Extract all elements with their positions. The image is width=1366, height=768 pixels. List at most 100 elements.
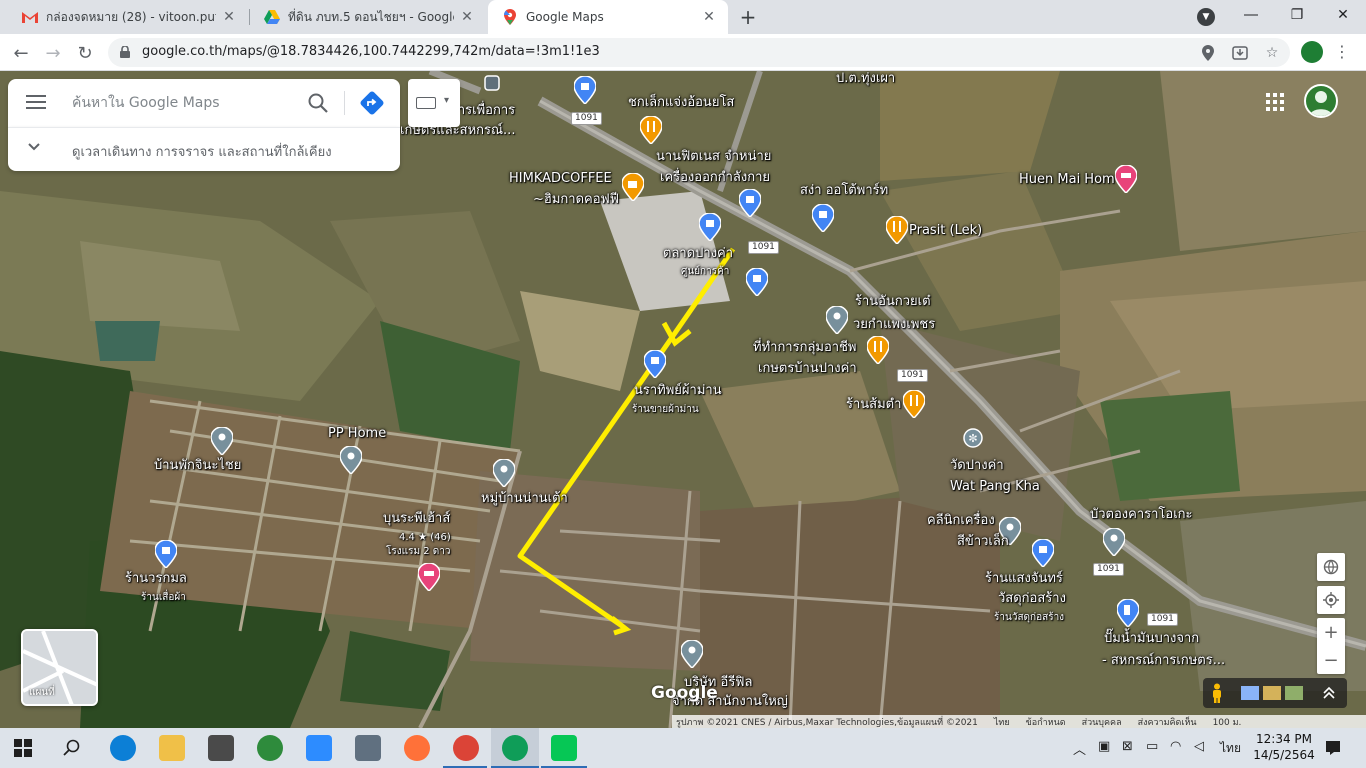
- restaurant-pin-icon[interactable]: [903, 390, 925, 418]
- app-icon[interactable]: [257, 735, 283, 761]
- map-label[interactable]: วัสดุก่อสร้าง: [998, 591, 1066, 607]
- my-location-icon[interactable]: [1317, 586, 1345, 614]
- map-label[interactable]: Huen Mai Hom: [1019, 172, 1115, 188]
- chrome-icon[interactable]: [502, 735, 528, 761]
- map-label[interactable]: PP Home: [328, 426, 386, 442]
- map-label[interactable]: ตลาดปางค่า: [663, 246, 733, 262]
- more-menu-icon[interactable]: ⋮: [1334, 41, 1350, 63]
- map-label[interactable]: ร้านอันกวยเต๋: [855, 294, 931, 310]
- map-label[interactable]: โรงแรม 2 ดาว: [386, 546, 450, 558]
- search-icon[interactable]: [306, 91, 330, 115]
- map-label[interactable]: ร้านเสื่อผ้า: [141, 592, 186, 604]
- map-label[interactable]: นราทิพย์ผ้าม่าน: [634, 383, 722, 399]
- map-label[interactable]: วัดปางค่า: [950, 458, 1004, 474]
- map-label[interactable]: วยกำแพงเพชร: [853, 317, 935, 333]
- map-label[interactable]: คลีนิกเครื่อง: [927, 513, 995, 529]
- map-label[interactable]: ร้านขายผ้าม่าน: [632, 404, 699, 416]
- map-label[interactable]: ป.ต.ทุ่งเผา: [836, 71, 895, 87]
- tab-gmail[interactable]: กล่องจดหมาย (28) - vitoon.putthak ✕: [8, 0, 248, 34]
- restaurant-pin-icon[interactable]: [640, 116, 662, 144]
- place-pin-icon[interactable]: [826, 306, 848, 334]
- reload-icon[interactable]: ↻: [72, 40, 98, 66]
- security-icon[interactable]: ⊠: [1122, 739, 1133, 754]
- chevron-down-icon[interactable]: [28, 140, 44, 156]
- map-label[interactable]: นานฟิตเนส จำหน่าย: [656, 149, 771, 165]
- app-icon[interactable]: [208, 735, 234, 761]
- clock[interactable]: 12:34 PM 14/5/2564: [1252, 731, 1316, 763]
- scale-label[interactable]: 100 ม.: [1213, 715, 1242, 729]
- firefox-icon[interactable]: [404, 735, 430, 761]
- close-icon[interactable]: ✕: [458, 8, 476, 26]
- language-link[interactable]: ไทย: [994, 715, 1010, 729]
- map-label[interactable]: ~ฮิมกาดคอฟฟี: [533, 192, 619, 208]
- map-label[interactable]: สีข้าวเล็ก: [957, 534, 1009, 550]
- search-icon[interactable]: [63, 739, 81, 757]
- chevron-up-icon[interactable]: [1323, 686, 1335, 700]
- close-icon[interactable]: ✕: [220, 8, 238, 26]
- map-label[interactable]: ปั๊มน้ำมันบางจาก: [1104, 631, 1199, 647]
- shopping-pin-icon[interactable]: [574, 76, 596, 104]
- forward-icon[interactable]: →: [40, 40, 66, 66]
- imagery-thumb[interactable]: [1263, 686, 1281, 700]
- chrome-icon[interactable]: [453, 735, 479, 761]
- new-tab-button[interactable]: +: [737, 5, 759, 29]
- map-label[interactable]: HIMKADCOFFEE: [509, 171, 612, 187]
- calculator-icon[interactable]: [355, 735, 381, 761]
- temple-icon[interactable]: ✼: [962, 424, 984, 452]
- account-avatar[interactable]: [1304, 84, 1338, 118]
- place-pin-icon[interactable]: [493, 459, 515, 487]
- map-label[interactable]: บัวตองคาราโอเกะ: [1090, 507, 1193, 523]
- shopping-pin-icon[interactable]: [644, 350, 666, 378]
- map-label[interactable]: ที่ทำการกลุ่มอาชีพ: [753, 340, 857, 356]
- windows-start-icon[interactable]: [14, 739, 32, 757]
- shopping-pin-icon[interactable]: [1032, 539, 1054, 567]
- privacy-link[interactable]: ส่วนบุคคล: [1082, 715, 1122, 729]
- map-label[interactable]: หมู่บ้านน่านเต้า: [481, 491, 568, 507]
- network-device-icon[interactable]: ▣: [1098, 739, 1110, 754]
- place-pin-icon[interactable]: [681, 640, 703, 668]
- map-layer-toggle[interactable]: แผนที่: [21, 629, 98, 706]
- shopping-pin-icon[interactable]: [746, 268, 768, 296]
- map-label[interactable]: ชกเล็กแจ่งอ้อนยโส: [628, 95, 734, 111]
- menu-icon[interactable]: [26, 95, 46, 111]
- restaurant-pin-icon[interactable]: [867, 336, 889, 364]
- minimize-icon[interactable]: ―: [1228, 0, 1274, 30]
- tab-search-icon[interactable]: ▼: [1197, 8, 1215, 26]
- place-pin-icon[interactable]: [211, 427, 233, 455]
- map-label[interactable]: Prasit (Lek): [909, 223, 982, 239]
- file-explorer-icon[interactable]: [159, 735, 185, 761]
- taxi-icon[interactable]: [483, 71, 505, 99]
- terms-link[interactable]: ข้อกำหนด: [1026, 715, 1066, 729]
- place-pin-icon[interactable]: [340, 446, 362, 474]
- pegman-icon[interactable]: [1211, 683, 1223, 703]
- shopping-pin-icon[interactable]: [699, 213, 721, 241]
- zoom-out-icon[interactable]: −: [1317, 646, 1345, 674]
- directions-icon[interactable]: [359, 90, 385, 116]
- chevron-up-icon[interactable]: ︿: [1073, 739, 1086, 758]
- bookmark-star-icon[interactable]: ☆: [1262, 43, 1282, 63]
- hotel-pin-icon[interactable]: [418, 563, 440, 591]
- globe-icon[interactable]: [1317, 553, 1345, 581]
- close-icon[interactable]: ✕: [700, 8, 718, 26]
- location-icon[interactable]: [1198, 43, 1218, 63]
- cafe-pin-icon[interactable]: [622, 173, 644, 201]
- install-icon[interactable]: [1230, 43, 1250, 63]
- tab-drive[interactable]: ที่ดิน ภบท.5 ดอนไชยฯ - Google ไดรฟ์ ✕: [250, 0, 486, 34]
- imagery-thumb[interactable]: [1285, 686, 1303, 700]
- battery-icon[interactable]: ▭: [1146, 739, 1158, 754]
- feedback-link[interactable]: ส่งความคิดเห็น: [1138, 715, 1197, 729]
- gas-station-pin-icon[interactable]: [1117, 599, 1139, 627]
- place-pin-icon[interactable]: [1103, 528, 1125, 556]
- map-label[interactable]: ร้านวัสดุก่อสร้าง: [994, 612, 1064, 624]
- wifi-icon[interactable]: ◠: [1170, 739, 1181, 754]
- url-text[interactable]: google.co.th/maps/@18.7834426,100.744229…: [142, 44, 600, 59]
- shopping-pin-icon[interactable]: [739, 189, 761, 217]
- restaurant-pin-icon[interactable]: [886, 216, 908, 244]
- map-label[interactable]: ร้านแสงจันทร์: [985, 571, 1063, 587]
- map-label[interactable]: บ้านพักจินะไชย: [154, 458, 241, 474]
- explore-nearby-text[interactable]: ดูเวลาเดินทาง การจราจร และสถานที่ใกล้เคี…: [72, 141, 332, 162]
- map-label[interactable]: - สหกรณ์การเกษตร...: [1102, 653, 1225, 669]
- volume-icon[interactable]: ◁: [1194, 739, 1204, 754]
- back-icon[interactable]: ←: [8, 40, 34, 66]
- profile-avatar[interactable]: [1301, 41, 1323, 63]
